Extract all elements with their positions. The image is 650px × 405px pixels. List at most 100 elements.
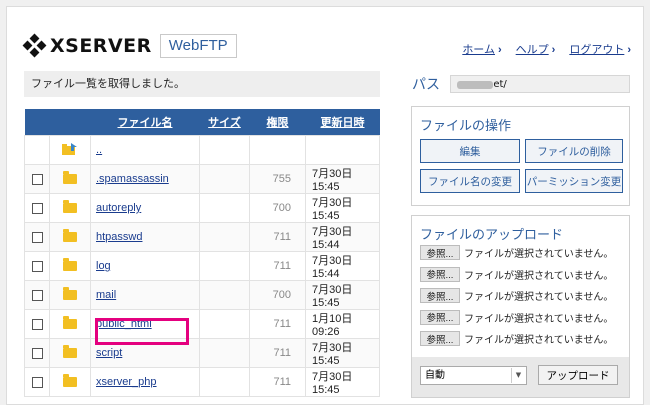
file-row[interactable]: autoreply 700 7月30日 15:45 [24, 193, 380, 223]
path-label: パス [412, 76, 440, 92]
row-checkbox[interactable] [31, 318, 43, 330]
no-file-selected-text: ファイルが選択されていません。 [464, 270, 614, 282]
nav-home-link[interactable]: ホーム › [462, 41, 501, 57]
header-select [24, 109, 50, 136]
file-name-link[interactable]: mail [96, 289, 116, 301]
folder-icon [63, 171, 77, 185]
row-checkbox[interactable] [31, 347, 43, 359]
sort-by-size[interactable]: サイズ [199, 109, 250, 136]
row-checkbox[interactable] [31, 289, 43, 301]
upload-button[interactable]: アップロード [538, 365, 618, 385]
file-size [199, 280, 250, 310]
status-message: ファイル一覧を取得しました。 [24, 71, 380, 97]
file-date: 7月30日 15:45 [305, 280, 380, 310]
browse-button[interactable]: 参照... [420, 288, 460, 303]
nav-logout-link[interactable]: ログアウト › [569, 41, 631, 57]
top-nav: ホーム › ヘルプ › ログアウト › [462, 41, 631, 57]
no-file-selected-text: ファイルが選択されていません。 [464, 292, 614, 303]
folder-icon [63, 316, 77, 330]
row-checkbox[interactable] [31, 260, 43, 272]
file-permission: 700 [249, 280, 306, 310]
parent-dir-row: .. [24, 135, 380, 165]
file-name-link[interactable]: xserver_php [96, 376, 157, 388]
sort-by-permission[interactable]: 権限 [249, 109, 306, 136]
file-name-link[interactable]: autoreply [96, 202, 141, 214]
rename-button[interactable]: ファイル名の変更 [420, 169, 520, 193]
file-size [199, 367, 250, 397]
upload-file-row: 参照... ファイルが選択されていません。 [420, 309, 614, 325]
file-name-link[interactable]: script [96, 347, 122, 359]
file-name-link[interactable]: htpasswd [96, 231, 142, 243]
file-name-link[interactable]: public_html [96, 318, 152, 330]
row-checkbox[interactable] [31, 202, 43, 214]
file-permission: 700 [249, 193, 306, 223]
folder-icon [63, 200, 77, 214]
file-size [199, 251, 250, 281]
change-permission-button[interactable]: パーミッション変更 [525, 169, 623, 193]
file-date: 7月30日 15:45 [305, 193, 380, 223]
parent-dir-link[interactable]: .. [96, 144, 102, 156]
upload-mode-select[interactable]: 自動 ▼ [420, 366, 527, 385]
upload-file-row: 参照... ファイルが選択されていません。 [420, 288, 613, 303]
sort-by-date[interactable]: 更新日時 [305, 109, 380, 136]
file-permission: 755 [249, 164, 306, 194]
row-checkbox[interactable] [31, 231, 43, 243]
file-permission: 711 [249, 251, 306, 281]
file-date: 1月10日 09:26 [305, 309, 380, 339]
file-row[interactable]: mail 700 7月30日 15:45 [24, 280, 380, 310]
file-permission: 711 [249, 309, 306, 339]
file-permission: 711 [249, 367, 306, 397]
file-name-link[interactable]: .spamassassin [96, 173, 169, 185]
file-row[interactable]: htpasswd 711 7月30日 15:44 [24, 222, 380, 252]
brand-logo[interactable]: XSERVER WebFTP [22, 33, 237, 58]
delete-file-button[interactable]: ファイルの削除 [525, 139, 623, 163]
file-date: 7月30日 15:44 [305, 222, 380, 252]
file-permission: 711 [249, 338, 306, 368]
file-size [199, 309, 250, 339]
file-row[interactable]: .spamassassin 755 7月30日 15:45 [24, 164, 380, 194]
path-row: パス net/ [412, 74, 630, 94]
file-row[interactable]: public_html 711 1月10日 09:26 [24, 309, 380, 339]
brand-name: XSERVER [50, 35, 152, 57]
no-file-selected-text: ファイルが選択されていません。 [464, 313, 614, 325]
chevron-right-icon: › [627, 44, 631, 56]
upload-mode-value: 自動 [425, 370, 445, 381]
file-date: 7月30日 15:45 [305, 164, 380, 194]
no-file-selected-text: ファイルが選択されていません。 [464, 249, 614, 260]
file-permission: 711 [249, 222, 306, 252]
file-operations-title: ファイルの操作 [420, 118, 512, 133]
browse-button[interactable]: 参照... [420, 331, 460, 346]
app-name-badge: WebFTP [159, 34, 237, 58]
file-size [199, 338, 250, 368]
file-date: 7月30日 15:45 [305, 367, 380, 397]
sort-by-name[interactable]: ファイル名 [90, 109, 200, 136]
file-date: 7月30日 15:45 [305, 338, 380, 368]
file-name-link[interactable]: log [96, 260, 111, 272]
row-checkbox[interactable] [31, 173, 43, 185]
file-row[interactable]: script 711 7月30日 15:45 [24, 338, 380, 368]
folder-icon [63, 258, 77, 272]
path-field: net/ [450, 75, 630, 93]
row-checkbox[interactable] [31, 376, 43, 388]
no-file-selected-text: ファイルが選択されていません。 [464, 335, 614, 346]
webftp-window: XSERVER WebFTP ホーム › ヘルプ › ログアウト › ファイル一覧を取… [6, 6, 644, 405]
chevron-right-icon: › [551, 44, 556, 56]
folder-icon [63, 287, 77, 301]
file-date: 7月30日 15:44 [305, 251, 380, 281]
folder-icon [63, 229, 77, 243]
browse-button[interactable]: 参照... [420, 309, 460, 325]
upload-panel: ファイルのアップロード 参照... ファイルが選択されていません。 参照... ファイ… [411, 215, 630, 398]
redacted-domain [457, 81, 493, 89]
nav-help-link[interactable]: ヘルプ › [516, 41, 556, 57]
browse-button[interactable]: 参照... [420, 245, 460, 260]
file-size [199, 164, 250, 194]
parent-folder-icon [49, 135, 91, 165]
file-row[interactable]: log 711 7月30日 15:44 [24, 251, 380, 281]
file-row[interactable]: xserver_php 711 7月30日 15:45 [24, 367, 380, 397]
file-size [199, 222, 250, 252]
file-operations-panel: ファイルの操作 編集 ファイルの削除 ファイル名の変更 パーミッション変更 [411, 106, 630, 206]
folder-icon [63, 374, 77, 388]
browse-button[interactable]: 参照... [420, 266, 460, 282]
chevron-right-icon: › [497, 44, 502, 56]
edit-button[interactable]: 編集 [420, 139, 520, 163]
